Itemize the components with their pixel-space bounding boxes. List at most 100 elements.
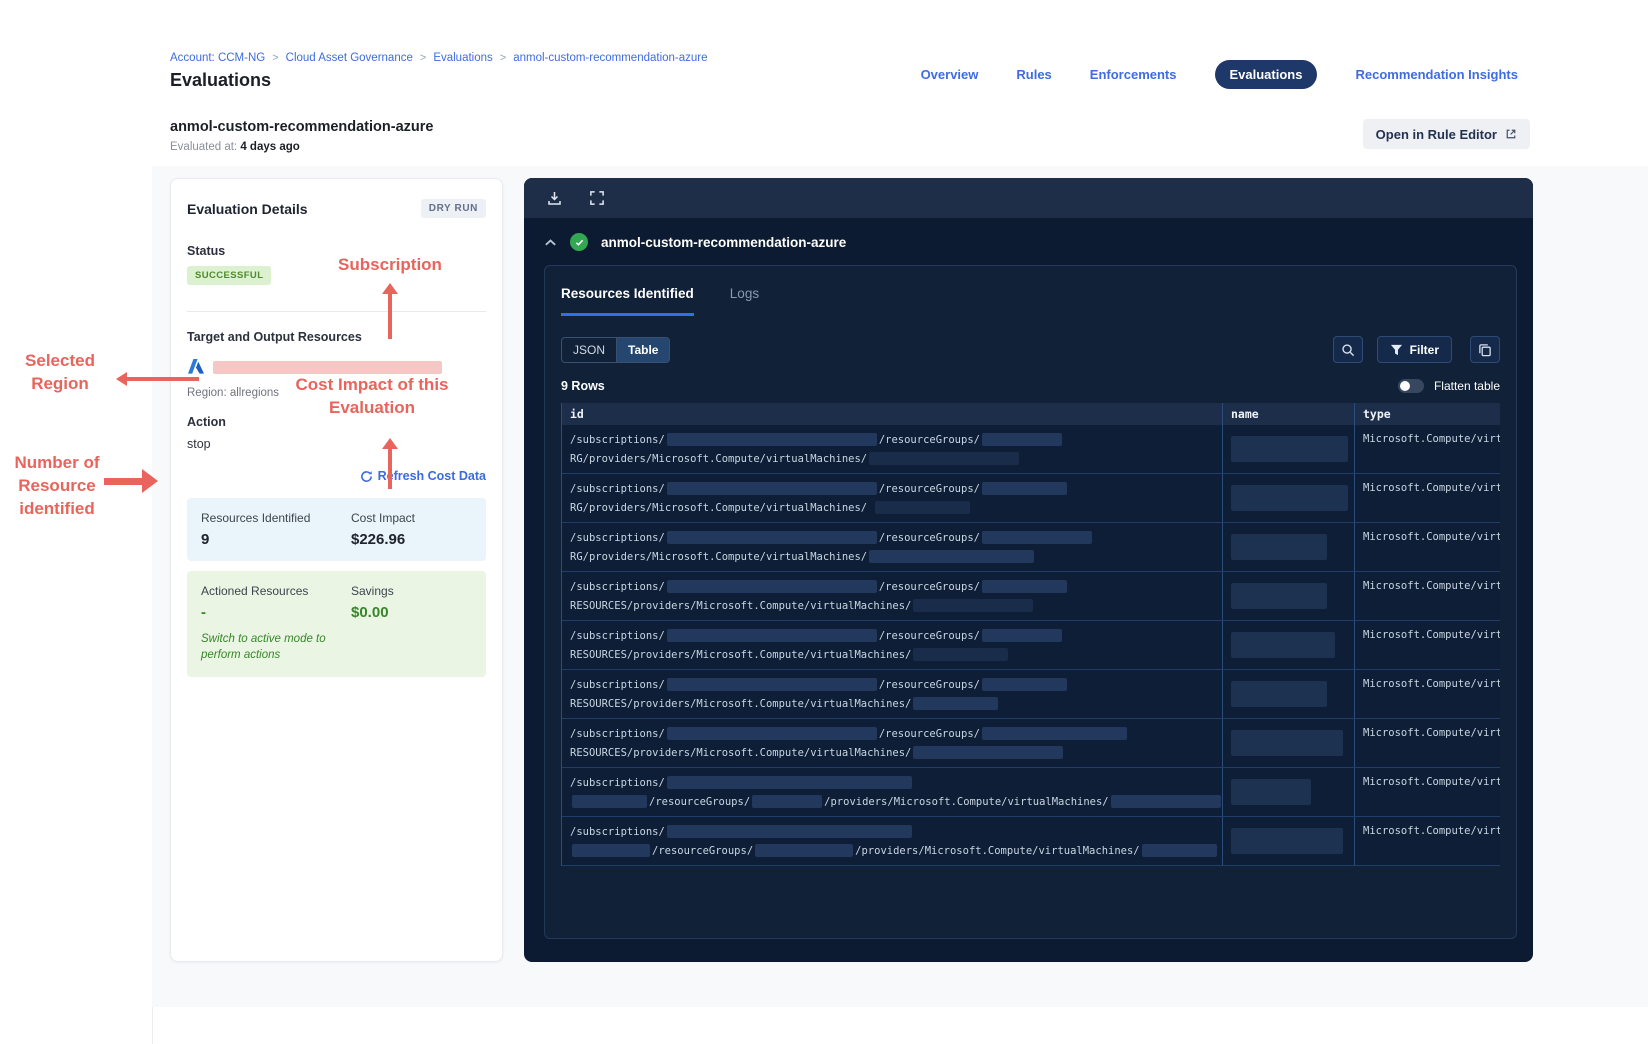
name-cell [1222,719,1354,767]
cost-impact-arrow-icon [381,438,399,489]
evaluated-at-value: 4 days ago [240,141,300,153]
rows-count: 9 Rows [561,379,605,393]
redacted-text [981,727,1127,740]
breadcrumb-evaluation-name[interactable]: anmol-custom-recommendation-azure [513,52,707,64]
id-text: /subscriptions/ [570,727,665,740]
redacted-name [1231,583,1327,609]
redacted-text [869,550,1035,563]
table-view-button[interactable]: Table [616,337,670,362]
active-mode-note: Switch to active mode to perform actions [201,632,326,662]
redacted-text [981,580,1067,593]
savings-label: Savings [351,583,394,598]
id-text: /providers/Microsoft.Compute/virtualMach… [824,795,1109,808]
breadcrumb-separator: > [272,52,279,64]
tab-logs[interactable]: Logs [730,286,759,316]
type-cell: Microsoft.Compute/virtu [1354,572,1500,620]
redacted-text [1110,795,1221,808]
dry-run-badge: DRY RUN [420,199,486,218]
success-check-icon [570,233,588,251]
redacted-text [755,844,854,857]
collapse-button[interactable] [544,238,557,247]
tab-evaluations-active[interactable]: Evaluations [1214,60,1318,89]
breadcrumb-evaluations[interactable]: Evaluations [433,52,492,64]
tab-overview[interactable]: Overview [921,67,979,82]
breadcrumb-account[interactable]: Account: CCM-NG [170,52,265,64]
name-cell [1222,817,1354,865]
savings-value: $0.00 [351,603,389,621]
type-cell: Microsoft.Compute/virtu [1354,719,1500,767]
redacted-text [666,678,877,691]
id-text: /resourceGroups/ [878,678,980,691]
tab-recommendation-insights[interactable]: Recommendation Insights [1355,67,1518,82]
resources-identified-value: 9 [201,530,210,548]
id-cell: /subscriptions/ /resourceGroups/ /provider… [562,768,1222,816]
name-cell [1222,474,1354,522]
redacted-text [981,629,1062,642]
evaluation-console-panel: anmol-custom-recommendation-azure Resour… [524,178,1533,962]
name-cell [1222,572,1354,620]
redacted-name [1231,779,1311,805]
redacted-text [666,825,912,838]
redacted-text [666,580,877,593]
redacted-text [981,531,1092,544]
redacted-text [1141,844,1217,857]
flatten-table-label: Flatten table [1433,379,1500,393]
actioned-resources-value: - [201,603,206,621]
id-text: /subscriptions/ [570,776,665,789]
id-text: RESOURCES/providers/Microsoft.Compute/vi… [570,648,912,661]
toggle-switch[interactable] [1397,379,1424,393]
refresh-cost-data-link[interactable]: Refresh Cost Data [360,469,486,483]
console-evaluation-title: anmol-custom-recommendation-azure [601,234,847,250]
redacted-text [666,433,877,446]
id-text: /resourceGroups/ [649,795,751,808]
name-cell [1222,768,1354,816]
name-cell [1222,621,1354,669]
download-button[interactable] [546,190,563,207]
id-text: RESOURCES/providers/Microsoft.Compute/vi… [570,599,912,612]
redacted-text [981,433,1062,446]
copy-button[interactable] [1470,336,1500,363]
json-view-button[interactable]: JSON [562,338,616,362]
cost-impact-label: Cost Impact [351,510,416,525]
actioned-resources-label: Actioned Resources [201,583,309,598]
table-row: /subscriptions/ /resourceGroups/RESOURCES… [562,670,1500,719]
id-text: /resourceGroups/ [878,580,980,593]
id-cell: /subscriptions/ /resourceGroups/RESOURCES… [562,621,1222,669]
resources-identified-label: Resources Identified [201,510,311,525]
id-text: /subscriptions/ [570,629,665,642]
funnel-icon [1390,344,1403,356]
id-text: /resourceGroups/ [652,844,754,857]
annotation-subscription: Subscription [338,255,442,274]
id-text: RG/providers/Microsoft.Compute/virtualMa… [570,501,874,514]
redacted-text [666,776,912,789]
redacted-name [1231,828,1343,854]
resources-module: Resources Identified Logs JSON Table Fil… [544,265,1517,939]
table-header-row: id name type [562,403,1500,425]
redacted-name [1231,436,1348,462]
breadcrumb-governance[interactable]: Cloud Asset Governance [286,52,413,64]
identified-cost-box: Resources Identified Cost Impact 9 $226.… [187,497,486,561]
table-row: /subscriptions/ /resourceGroups/RESOURCES… [562,621,1500,670]
table-row: /subscriptions/ /resourceGroups/RESOURCES… [562,572,1500,621]
type-cell: Microsoft.Compute/virtu [1354,425,1500,473]
tab-resources-identified[interactable]: Resources Identified [561,286,694,316]
evaluated-at-label: Evaluated at: [170,141,238,153]
id-cell: /subscriptions/ /resourceGroups/RESOURCES… [562,572,1222,620]
tab-rules[interactable]: Rules [1016,67,1051,82]
divider [187,311,486,312]
toggle-knob [1399,381,1410,391]
redacted-text [913,599,1034,612]
id-text: /resourceGroups/ [878,433,980,446]
search-button[interactable] [1332,336,1363,363]
flatten-table-toggle[interactable]: Flatten table [1397,379,1500,393]
column-header-name: name [1222,403,1354,425]
filter-button[interactable]: Filter [1376,336,1452,363]
table-row: /subscriptions/ /resourceGroups/RESOURCES… [562,719,1500,768]
tab-enforcements[interactable]: Enforcements [1090,67,1177,82]
fullscreen-button[interactable] [589,190,605,206]
redacted-name [1231,730,1343,756]
redacted-text [666,482,877,495]
open-rule-editor-button[interactable]: Open in Rule Editor [1362,119,1530,149]
status-badge: SUCCESSFUL [187,266,272,285]
evaluated-at: Evaluated at: 4 days ago [170,141,300,153]
